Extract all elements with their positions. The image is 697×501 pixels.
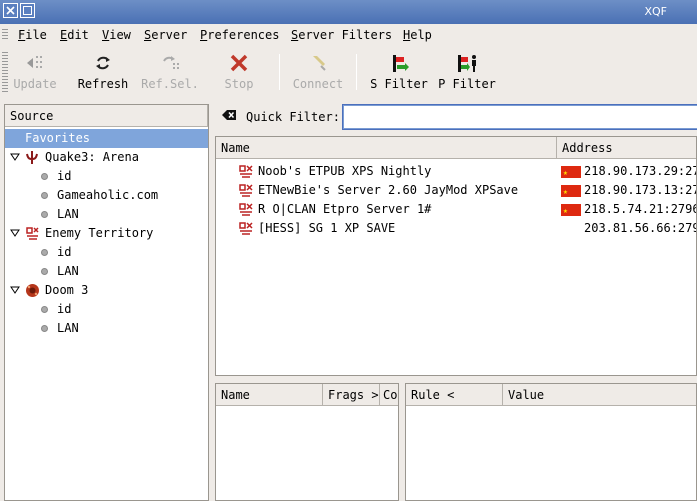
server-address: 218.90.173.13:27 (584, 183, 697, 197)
window-menu-button[interactable] (3, 3, 18, 18)
refresh-selected-button[interactable]: Ref.Sel. (140, 50, 200, 96)
connect-icon (307, 52, 329, 74)
refresh-icon (92, 52, 114, 74)
rules-list[interactable]: Rule < Value (405, 383, 697, 501)
enemy-territory-icon (239, 165, 253, 178)
enemy-territory-icon (239, 184, 253, 197)
column-header-rule[interactable]: Rule < (406, 384, 503, 406)
china-flag-icon (561, 182, 581, 201)
refresh-selected-icon (159, 52, 181, 74)
tree-item-et-lan[interactable]: LAN (5, 262, 208, 281)
server-filter-button[interactable]: S Filter (368, 50, 430, 96)
enemy-territory-icon (239, 222, 253, 235)
menu-help[interactable]: Help (403, 28, 432, 42)
source-column-header[interactable]: Source (5, 105, 208, 127)
menu-bar: File Edit View Server Preferences Server… (0, 24, 697, 46)
clear-filter-icon[interactable] (222, 108, 236, 122)
china-flag-icon (561, 201, 581, 220)
server-address: 203.81.56.66:279 (584, 221, 697, 235)
server-row[interactable]: ETNewBie's Server 2.60 JayMod XPSave 218… (216, 181, 697, 201)
doom3-icon (26, 284, 39, 297)
expander-down-icon[interactable] (10, 228, 20, 238)
maximize-button[interactable] (20, 3, 35, 18)
tree-item-enemy-territory[interactable]: Enemy Territory (5, 224, 208, 243)
quick-filter-bar: Quick Filter: (216, 104, 697, 130)
quick-filter-label: Quick Filter: (246, 110, 340, 124)
toolbar: Update Refresh Ref.Sel. Stop Connect S F… (0, 46, 697, 98)
server-list[interactable]: Name Address Noob's ETPUB XPS Nightly 21… (215, 136, 697, 376)
bullet-icon (41, 173, 48, 180)
tree-item-quake3-lan[interactable]: LAN (5, 205, 208, 224)
tree-item-quake3-id[interactable]: id (5, 167, 208, 186)
bullet-icon (41, 249, 48, 256)
expander-down-icon[interactable] (10, 152, 20, 162)
bullet-icon (41, 325, 48, 332)
stop-button[interactable]: Stop (218, 50, 260, 96)
player-filter-icon (456, 52, 478, 74)
menu-view[interactable]: View (102, 28, 131, 42)
server-name: ETNewBie's Server 2.60 JayMod XPSave (258, 183, 519, 197)
tree-item-quake3[interactable]: Quake3: Arena (5, 148, 208, 167)
expander-down-icon[interactable] (10, 285, 20, 295)
update-button[interactable]: Update (12, 50, 58, 96)
server-address: 218.90.173.29:27 (584, 164, 697, 178)
enemy-territory-icon (26, 227, 39, 240)
source-tree[interactable]: Source Favorites Quake3: Arena id Gameah… (4, 104, 209, 501)
quake3-icon (26, 151, 38, 164)
tree-item-favorites[interactable]: Favorites (5, 129, 208, 148)
window-title: XQF (644, 5, 667, 18)
server-address: 218.5.74.21:2796 (584, 202, 697, 216)
toolbar-grip[interactable] (2, 52, 8, 92)
server-row[interactable]: Noob's ETPUB XPS Nightly 218.90.173.29:2… (216, 162, 697, 182)
column-header-player-name[interactable]: Name (216, 384, 323, 406)
column-header-value[interactable]: Value (503, 384, 696, 406)
server-row[interactable]: R O|CLAN Etpro Server 1# 218.5.74.21:279… (216, 200, 697, 220)
bullet-icon (41, 268, 48, 275)
server-filter-icon (388, 52, 410, 74)
maximize-icon (23, 6, 32, 15)
column-header-name[interactable]: Name (216, 137, 557, 159)
tree-item-doom3-lan[interactable]: LAN (5, 319, 208, 338)
server-row[interactable]: [HESS] SG 1 XP SAVE 203.81.56.66:279 (216, 219, 696, 238)
connect-button[interactable]: Connect (290, 50, 346, 96)
tree-item-doom3[interactable]: Doom 3 (5, 281, 208, 300)
stop-icon (228, 52, 250, 74)
toolbar-separator-2 (356, 54, 357, 90)
menu-preferences[interactable]: Preferences (200, 28, 279, 42)
enemy-territory-icon (239, 203, 253, 216)
menu-server-filters[interactable]: Server Filters (291, 28, 392, 42)
menu-server[interactable]: Server (144, 28, 187, 42)
title-bar: XQF (0, 0, 697, 24)
server-name: Noob's ETPUB XPS Nightly (258, 164, 432, 178)
menubar-grip[interactable] (2, 29, 8, 41)
server-name: R O|CLAN Etpro Server 1# (258, 202, 432, 216)
player-list[interactable]: Name Frags > Co (215, 383, 399, 501)
column-header-country[interactable]: Co (380, 384, 398, 406)
column-header-address[interactable]: Address (557, 137, 696, 159)
menu-edit[interactable]: Edit (60, 28, 89, 42)
close-icon (6, 6, 15, 15)
quick-filter-input[interactable] (342, 104, 697, 130)
update-icon (24, 52, 46, 74)
toolbar-separator (279, 54, 280, 90)
china-flag-icon (561, 163, 581, 182)
bullet-icon (41, 211, 48, 218)
refresh-button[interactable]: Refresh (76, 50, 130, 96)
tree-item-doom3-id[interactable]: id (5, 300, 208, 319)
bullet-icon (41, 192, 48, 199)
bullet-icon (41, 306, 48, 313)
player-filter-button[interactable]: P Filter (436, 50, 498, 96)
column-header-frags[interactable]: Frags > (323, 384, 380, 406)
tree-item-et-id[interactable]: id (5, 243, 208, 262)
server-name: [HESS] SG 1 XP SAVE (258, 221, 396, 235)
tree-item-quake3-gameaholic[interactable]: Gameaholic.com (5, 186, 208, 205)
menu-file[interactable]: File (18, 28, 47, 42)
